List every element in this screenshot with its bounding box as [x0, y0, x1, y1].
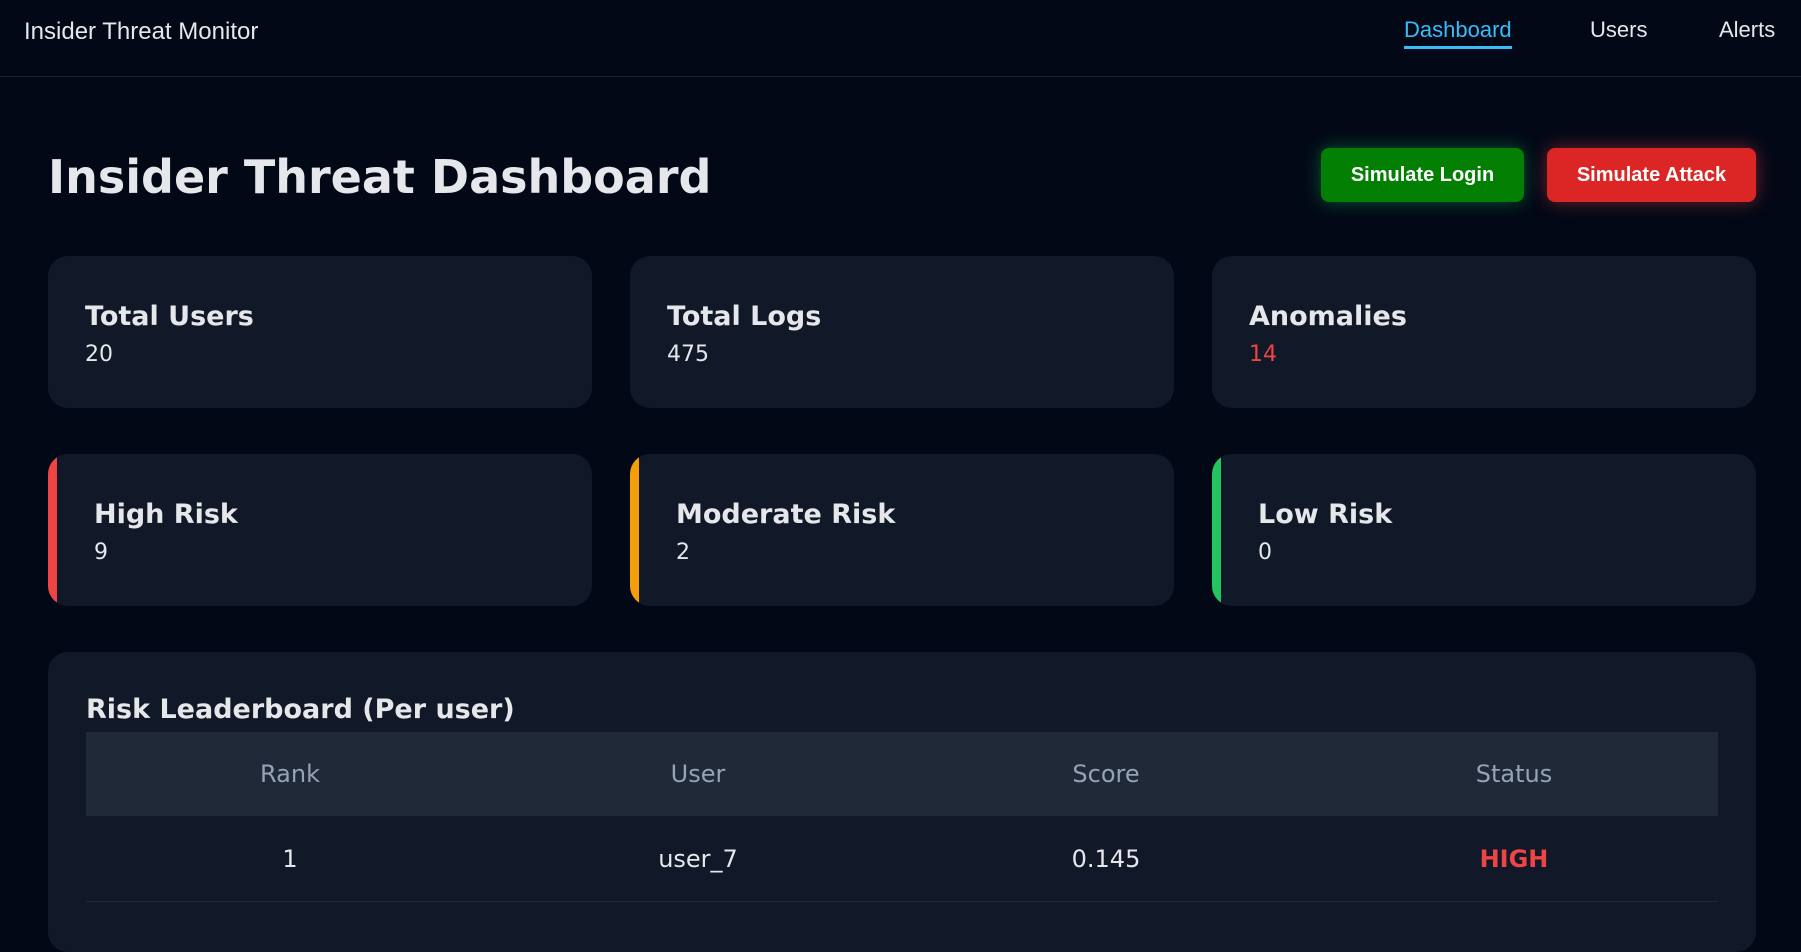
high-risk-label: High Risk	[94, 499, 238, 530]
anomalies-card: Anomalies 14	[1212, 256, 1756, 408]
rank-cell: 1	[86, 816, 494, 902]
status-badge: HIGH	[1310, 816, 1718, 902]
total-logs-card: Total Logs 475	[630, 256, 1174, 408]
leaderboard-title: Risk Leaderboard (Per user)	[86, 694, 515, 725]
column-header-user: User	[494, 732, 902, 816]
anomalies-label: Anomalies	[1249, 301, 1407, 332]
high-risk-card: High Risk 9	[48, 454, 592, 606]
table-row[interactable]: 1 user_7 0.145 HIGH	[86, 816, 1718, 902]
moderate-risk-value: 2	[676, 540, 690, 565]
moderate-risk-label: Moderate Risk	[676, 499, 896, 530]
total-users-label: Total Users	[85, 301, 254, 332]
page-title: Insider Threat Dashboard	[48, 150, 712, 204]
total-users-value: 20	[85, 342, 113, 367]
app-brand: Insider Threat Monitor	[24, 18, 259, 45]
nav-link-users[interactable]: Users	[1590, 17, 1647, 46]
simulate-login-button[interactable]: Simulate Login	[1321, 148, 1524, 202]
score-cell: 0.145	[902, 816, 1310, 902]
top-navbar: Insider Threat Monitor Dashboard Users A…	[0, 0, 1801, 77]
low-risk-card: Low Risk 0	[1212, 454, 1756, 606]
nav-link-dashboard[interactable]: Dashboard	[1404, 17, 1512, 49]
leaderboard-table: Rank User Score Status 1 user_7 0.145 HI…	[86, 732, 1718, 902]
moderate-risk-card: Moderate Risk 2	[630, 454, 1174, 606]
simulate-attack-button[interactable]: Simulate Attack	[1547, 148, 1756, 202]
user-cell: user_7	[494, 816, 902, 902]
risk-leaderboard-panel: Risk Leaderboard (Per user) Rank User Sc…	[48, 652, 1756, 952]
low-risk-value: 0	[1258, 540, 1272, 565]
nav-link-alerts[interactable]: Alerts	[1719, 17, 1775, 46]
column-header-score: Score	[902, 732, 1310, 816]
column-header-status: Status	[1310, 732, 1718, 816]
low-risk-label: Low Risk	[1258, 499, 1393, 530]
column-header-rank: Rank	[86, 732, 494, 816]
anomalies-value: 14	[1249, 342, 1277, 367]
table-header-row: Rank User Score Status	[86, 732, 1718, 816]
total-logs-value: 475	[667, 342, 709, 367]
total-logs-label: Total Logs	[667, 301, 822, 332]
high-risk-value: 9	[94, 540, 108, 565]
total-users-card: Total Users 20	[48, 256, 592, 408]
